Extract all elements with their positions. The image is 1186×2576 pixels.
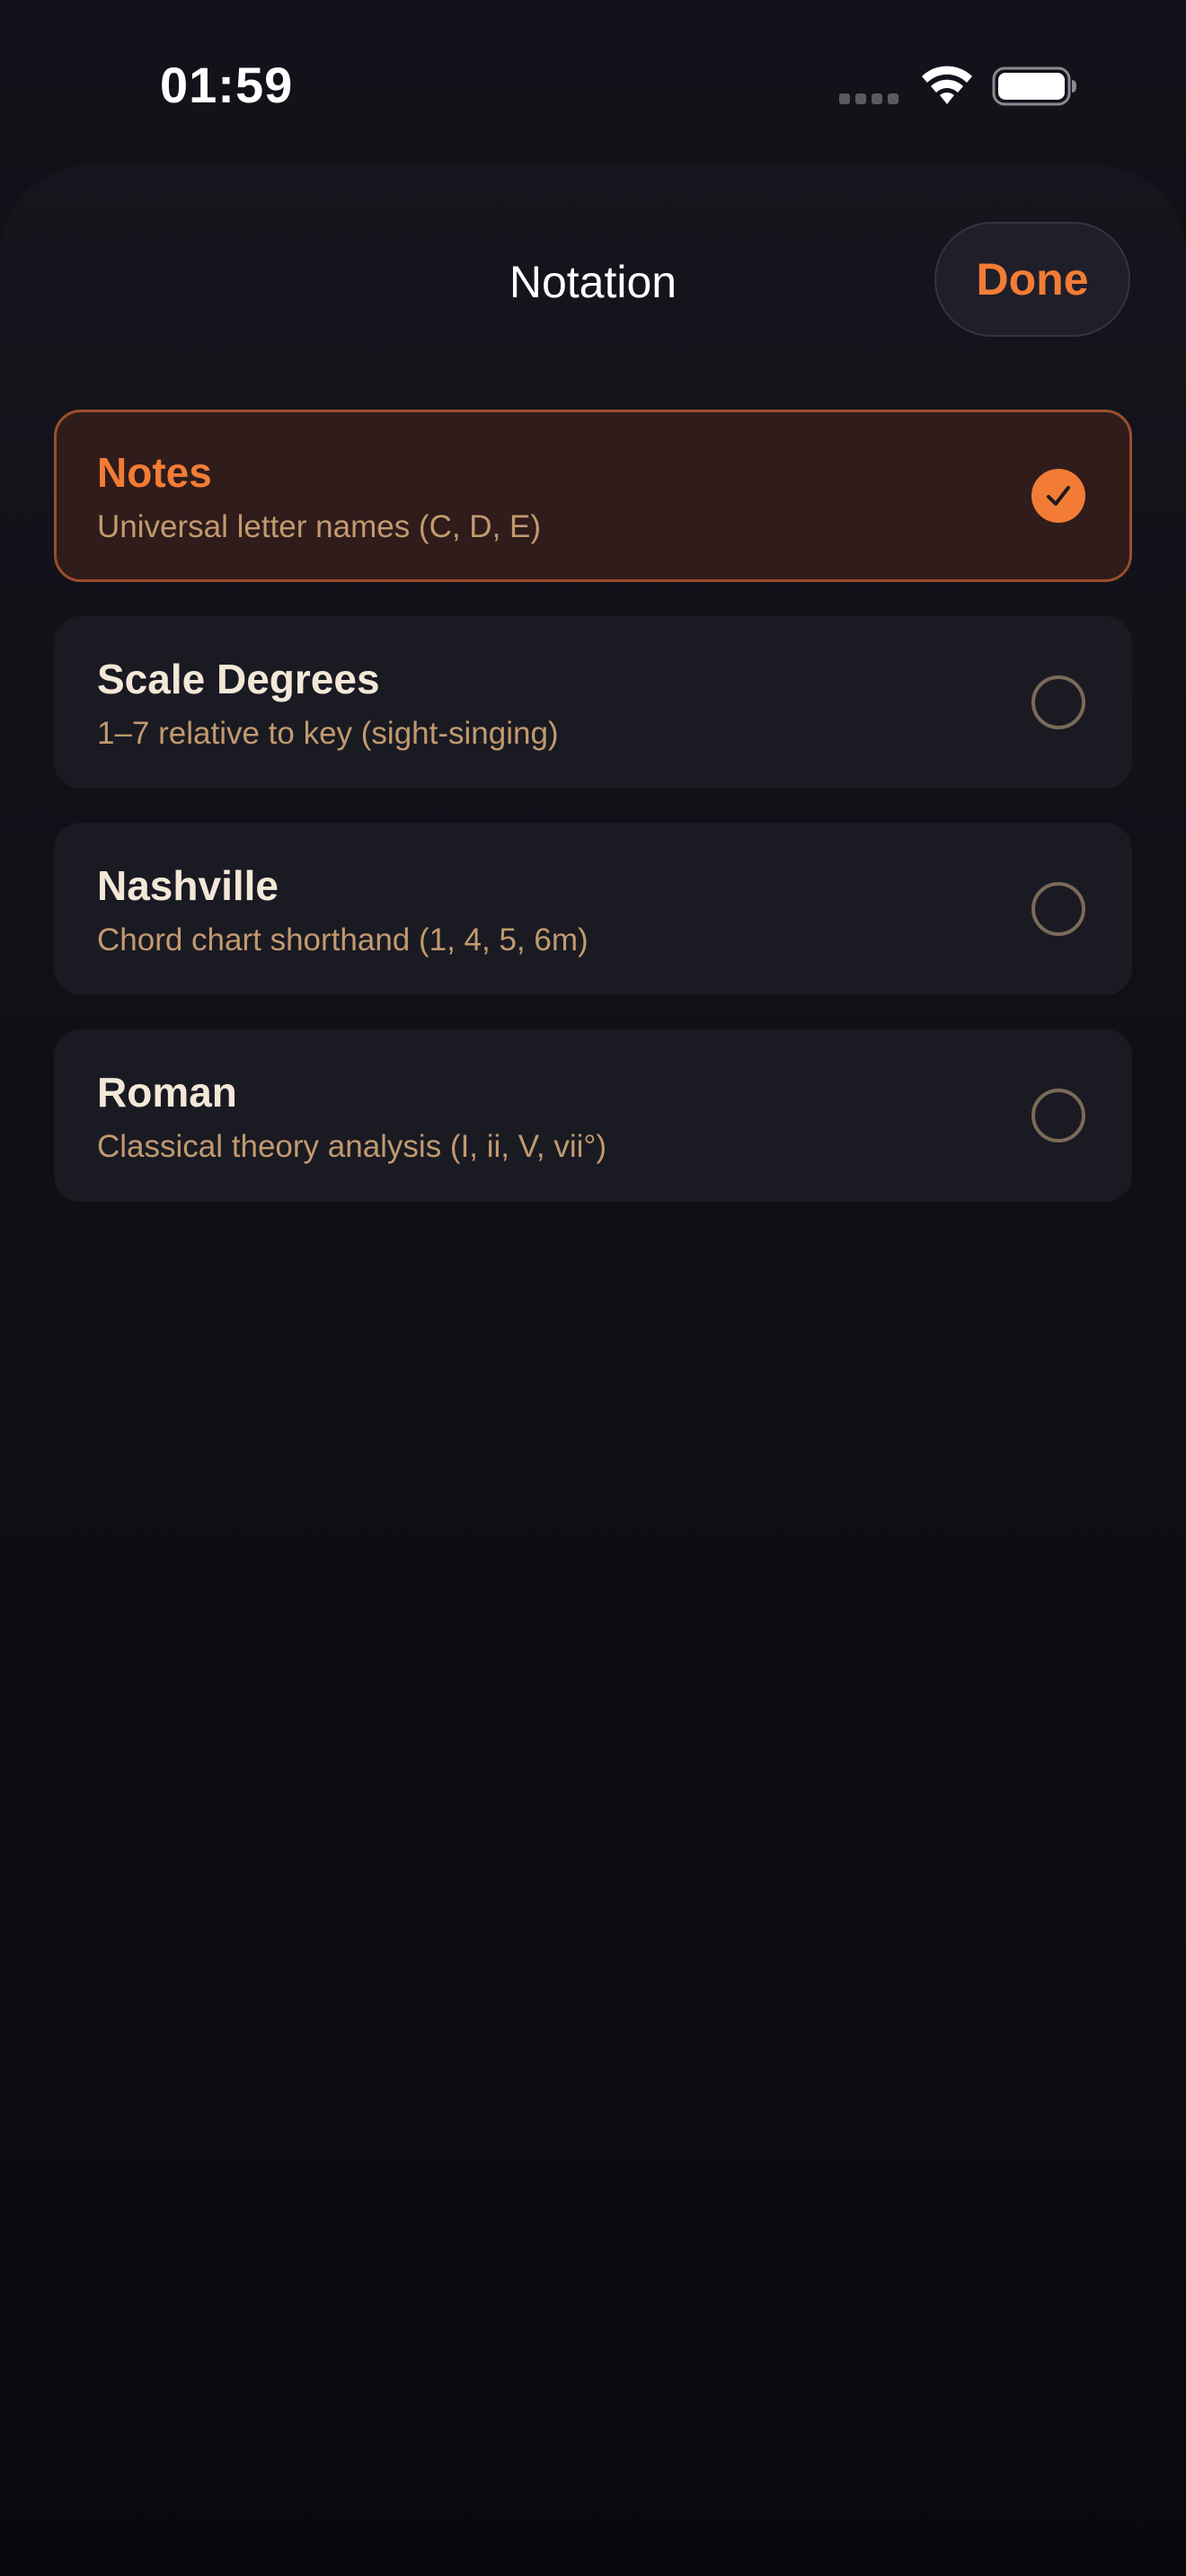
done-button[interactable]: Done bbox=[934, 222, 1130, 337]
checkmark-icon bbox=[1031, 469, 1085, 523]
option-scale-degrees[interactable]: Scale Degrees 1–7 relative to key (sight… bbox=[54, 616, 1132, 789]
option-subtitle: 1–7 relative to key (sight-singing) bbox=[97, 716, 559, 751]
option-nashville[interactable]: Nashville Chord chart shorthand (1, 4, 5… bbox=[54, 823, 1132, 995]
option-subtitle: Universal letter names (C, D, E) bbox=[97, 509, 542, 544]
option-title: Nashville bbox=[97, 862, 279, 909]
cellular-signal-icon bbox=[839, 93, 902, 106]
option-roman[interactable]: Roman Classical theory analysis (I, ii, … bbox=[54, 1029, 1132, 1202]
radio-empty-icon bbox=[1031, 1089, 1085, 1142]
notation-sheet: Notation Done Notes Universal letter nam… bbox=[0, 165, 1186, 2576]
option-title: Scale Degrees bbox=[97, 656, 380, 702]
battery-icon bbox=[992, 66, 1076, 106]
wifi-icon bbox=[922, 66, 972, 104]
option-subtitle: Chord chart shorthand (1, 4, 5, 6m) bbox=[97, 922, 589, 957]
radio-empty-icon bbox=[1031, 882, 1085, 936]
option-notes[interactable]: Notes Universal letter names (C, D, E) bbox=[54, 410, 1132, 582]
option-subtitle: Classical theory analysis (I, ii, V, vii… bbox=[97, 1129, 607, 1164]
radio-empty-icon bbox=[1031, 675, 1085, 729]
option-title: Notes bbox=[97, 449, 212, 496]
status-bar: 01:59 bbox=[0, 0, 1186, 171]
option-title: Roman bbox=[97, 1069, 237, 1116]
status-time: 01:59 bbox=[160, 57, 294, 113]
